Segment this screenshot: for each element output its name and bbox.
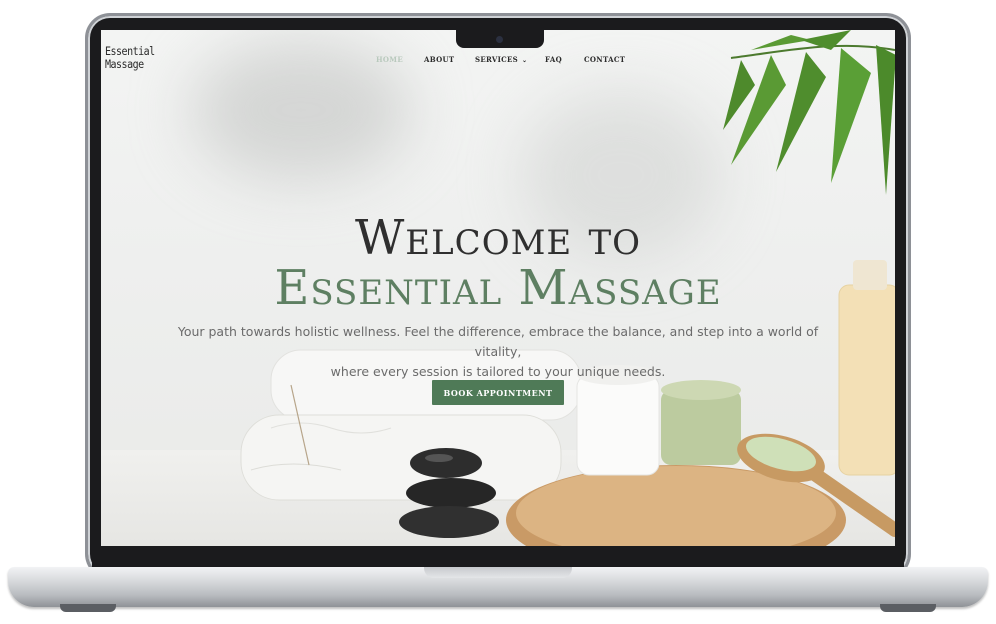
browser-screen: Essential Massage HOME ABOUT SERVICES ⌄ F… <box>101 30 895 546</box>
nav-contact[interactable]: CONTACT <box>584 55 625 64</box>
screen-bezel-bottom <box>92 546 904 568</box>
chevron-down-icon: ⌄ <box>522 57 528 64</box>
laptop-foot-left <box>60 604 116 612</box>
nav-about[interactable]: ABOUT <box>424 55 454 64</box>
site-logo[interactable]: Essential Massage <box>105 46 165 71</box>
laptop-foot-right <box>880 604 936 612</box>
fern-leaf-illustration <box>723 30 895 195</box>
hero-subtitle-line-2: where every session is tailored to your … <box>330 364 666 379</box>
book-appointment-button[interactable]: BOOK APPOINTMENT <box>432 380 564 405</box>
nav-faq[interactable]: FAQ <box>545 55 562 64</box>
nav-services-label: SERVICES <box>475 55 519 64</box>
camera-notch <box>456 30 544 48</box>
logo-line-2: Massage <box>105 58 144 72</box>
logo-line-1: Essential <box>105 46 155 59</box>
hero-subtitle: Your path towards holistic wellness. Fee… <box>171 322 825 382</box>
nav-home[interactable]: HOME <box>376 55 403 64</box>
hero-subtitle-line-1: Your path towards holistic wellness. Fee… <box>177 324 819 359</box>
hero-title-line-1: Welcome to <box>354 210 642 266</box>
trackpad-notch <box>424 567 572 578</box>
camera-icon <box>496 36 503 43</box>
nav-services[interactable]: SERVICES ⌄ <box>475 55 527 64</box>
hero-title-line-2: Essential Massage <box>274 260 722 316</box>
